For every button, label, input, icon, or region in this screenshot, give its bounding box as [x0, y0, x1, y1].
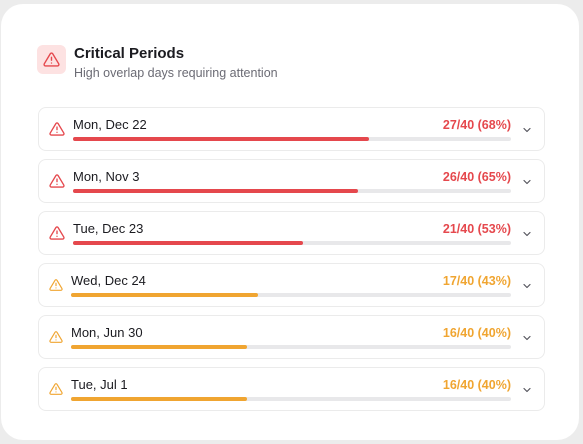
period-date: Wed, Dec 24	[71, 273, 146, 288]
chevron-down-icon[interactable]	[521, 279, 533, 291]
overlap-progress-bar	[73, 241, 511, 245]
overlap-progress-bar	[71, 397, 511, 401]
panel-heading: Critical Periods High overlap days requi…	[74, 44, 278, 81]
period-row[interactable]: Tue, Jul 1 16/40 (40%)	[38, 367, 545, 411]
overlap-progress-bar	[71, 345, 511, 349]
period-row[interactable]: Mon, Jun 30 16/40 (40%)	[38, 315, 545, 359]
period-date: Mon, Jun 30	[71, 325, 143, 340]
period-overlap-value: 16/40 (40%)	[442, 326, 511, 340]
period-overlap-value: 21/40 (53%)	[442, 222, 511, 236]
period-date: Tue, Jul 1	[71, 377, 128, 392]
period-overlap-value: 17/40 (43%)	[442, 274, 511, 288]
panel-title: Critical Periods	[74, 45, 185, 62]
overlap-progress-bar	[73, 189, 511, 193]
period-date: Mon, Dec 22	[73, 117, 147, 132]
warning-triangle-icon	[49, 382, 63, 396]
period-row[interactable]: Mon, Dec 22 27/40 (68%)	[38, 107, 545, 151]
chevron-down-icon[interactable]	[521, 383, 533, 395]
overlap-progress-bar	[71, 293, 511, 297]
alert-triangle-icon	[37, 45, 66, 74]
period-overlap-value: 27/40 (68%)	[442, 118, 511, 132]
chevron-down-icon[interactable]	[521, 175, 533, 187]
chevron-down-icon[interactable]	[521, 123, 533, 135]
alert-triangle-icon	[49, 173, 65, 189]
panel-header: Critical Periods High overlap days requi…	[37, 44, 278, 81]
warning-triangle-icon	[49, 330, 63, 344]
period-row[interactable]: Mon, Nov 3 26/40 (65%)	[38, 159, 545, 203]
period-row[interactable]: Wed, Dec 24 17/40 (43%)	[38, 263, 545, 307]
overlap-progress-bar	[73, 137, 511, 141]
chevron-down-icon[interactable]	[521, 227, 533, 239]
overlap-progress-fill	[71, 397, 247, 401]
period-date: Mon, Nov 3	[73, 169, 140, 184]
overlap-progress-fill	[71, 293, 258, 297]
panel-subtitle: High overlap days requiring attention	[74, 66, 278, 80]
overlap-progress-fill	[71, 345, 247, 349]
period-date: Tue, Dec 23	[73, 221, 144, 236]
chevron-down-icon[interactable]	[521, 331, 533, 343]
alert-triangle-icon	[49, 121, 65, 137]
critical-periods-card: Critical Periods High overlap days requi…	[1, 4, 579, 440]
warning-triangle-icon	[49, 278, 63, 292]
period-overlap-value: 26/40 (65%)	[442, 170, 511, 184]
overlap-progress-fill	[73, 137, 369, 141]
period-list: Mon, Dec 22 27/40 (68%) Mon, Nov 3 26/40 (6…	[38, 107, 545, 419]
overlap-progress-fill	[73, 241, 303, 245]
period-row[interactable]: Tue, Dec 23 21/40 (53%)	[38, 211, 545, 255]
alert-triangle-icon	[49, 225, 65, 241]
period-overlap-value: 16/40 (40%)	[442, 378, 511, 392]
overlap-progress-fill	[73, 189, 358, 193]
